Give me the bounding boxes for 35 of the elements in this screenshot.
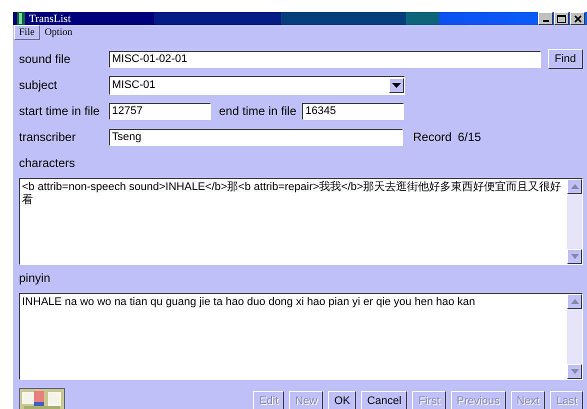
record-count: 6/15: [458, 130, 482, 144]
field-label: start time in file: [19, 104, 101, 118]
field-label: subject: [19, 78, 58, 92]
section-label: characters: [19, 155, 76, 172]
field-label: end time in file: [219, 104, 296, 118]
app-icon: [17, 12, 25, 25]
maximize-icon: [557, 14, 566, 22]
find-button[interactable]: Find: [548, 49, 583, 69]
scrollbar[interactable]: [567, 179, 582, 264]
action-button[interactable]: Cancel: [361, 391, 408, 409]
window-title: TransList: [29, 12, 72, 24]
field-label: sound file: [19, 52, 72, 66]
menu-item[interactable]: File: [14, 25, 40, 40]
down-arrow-icon: [570, 254, 578, 259]
dropdown[interactable]: MISC-01: [109, 76, 405, 94]
input-field[interactable]: 12757: [109, 102, 211, 120]
maximize-button[interactable]: [554, 12, 569, 25]
action-button[interactable]: OK: [328, 391, 356, 409]
scrollbar[interactable]: [567, 294, 582, 379]
minimize-icon: [542, 20, 548, 22]
caret-icon: [392, 82, 401, 88]
up-arrow-icon: [570, 299, 578, 304]
menu-item[interactable]: Option: [40, 25, 78, 40]
thumbnail-icon[interactable]: [19, 388, 65, 409]
input-field[interactable]: MISC-01-02-01: [109, 50, 541, 68]
input-field[interactable]: Tseng: [109, 128, 403, 146]
minimize-button[interactable]: [538, 12, 553, 25]
section-label: pinyin: [19, 270, 52, 287]
close-icon: [574, 14, 582, 22]
down-arrow-icon: [570, 369, 578, 374]
input-field[interactable]: 16345: [302, 102, 404, 120]
field-label: transcriber: [19, 130, 77, 144]
record-label: Record: [413, 130, 452, 144]
up-arrow-icon: [570, 184, 578, 189]
close-button[interactable]: [570, 12, 585, 25]
